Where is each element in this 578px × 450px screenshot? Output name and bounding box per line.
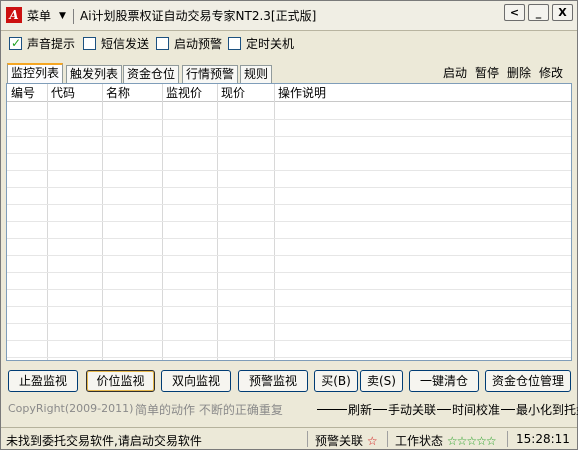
status-stars-icon: ☆☆☆☆☆: [446, 434, 497, 448]
time-sync-link[interactable]: 时间校准: [452, 403, 500, 417]
col-header-id[interactable]: 编号: [11, 85, 35, 101]
option-start-alert[interactable]: 启动预警: [156, 36, 222, 52]
timed-shutdown-label: 定时关机: [246, 37, 295, 51]
alert-link-status[interactable]: 预警关联 ☆: [315, 432, 378, 449]
table-row-line: [7, 357, 571, 358]
main-window: A 菜单 ▼ Ai计划股票权证自动交易专家NT2.3[正式版] < _ X 声音…: [0, 0, 578, 450]
sell-button[interactable]: 卖(S): [360, 370, 403, 392]
table-row-line: [7, 136, 571, 137]
table-column-line: [162, 84, 163, 360]
sms-send-label: 短信发送: [101, 37, 150, 51]
modify-link[interactable]: 修改: [539, 66, 563, 80]
clock-time: 15:28:11: [516, 432, 570, 446]
work-state-label: 工作状态: [395, 434, 444, 448]
table-column-line: [47, 84, 48, 360]
start-link[interactable]: 启动: [443, 66, 467, 80]
col-header-name[interactable]: 名称: [106, 85, 130, 101]
tab-rules[interactable]: 规则: [240, 65, 273, 83]
status-bar: 未找到委托交易软件,请启动交易软件 预警关联 ☆ 工作状态 ☆☆☆☆☆ 15:2…: [1, 427, 577, 449]
table-header: 编号 代码 名称 监视价 现价 操作说明: [7, 84, 571, 102]
app-logo-icon: A: [6, 7, 22, 23]
col-header-current-price[interactable]: 现价: [221, 85, 245, 101]
title-divider: [73, 9, 74, 24]
divider-dash: [317, 409, 347, 410]
table-row-line: [7, 170, 571, 171]
status-message: 未找到委托交易软件,请启动交易软件: [6, 434, 202, 448]
timed-shutdown-checkbox[interactable]: [228, 37, 241, 50]
status-divider: [507, 431, 508, 447]
star-icon: ☆: [366, 434, 378, 448]
table-row-line: [7, 119, 571, 120]
alert-link-label: 预警关联: [315, 434, 364, 448]
sound-alert-checkbox[interactable]: [9, 35, 22, 51]
clear-all-positions-button[interactable]: 一键清仓: [409, 370, 479, 392]
refresh-link[interactable]: 刷新: [348, 403, 372, 417]
title-bar: A 菜单 ▼ Ai计划股票权证自动交易专家NT2.3[正式版] < _ X: [1, 1, 577, 31]
tab-market-alert[interactable]: 行情预警: [182, 65, 239, 83]
option-timed-shutdown[interactable]: 定时关机: [228, 36, 294, 52]
work-state-status: 工作状态 ☆☆☆☆☆: [395, 432, 497, 449]
table-row-line: [7, 221, 571, 222]
close-button[interactable]: X: [552, 4, 573, 21]
start-alert-checkbox[interactable]: [156, 37, 169, 50]
table-row-line: [7, 187, 571, 188]
monitor-table[interactable]: 编号 代码 名称 监视价 现价 操作说明: [6, 83, 572, 361]
copyright-text: CopyRight(2009-2011): [8, 402, 134, 415]
tab-monitor-list[interactable]: 监控列表: [7, 63, 64, 84]
table-row-line: [7, 306, 571, 307]
delete-link[interactable]: 删除: [507, 66, 531, 80]
table-row-line: [7, 204, 571, 205]
manual-link-link[interactable]: 手动关联: [388, 403, 436, 417]
stop-profit-monitor-button[interactable]: 止盈监视: [8, 370, 78, 392]
sound-alert-label: 声音提示: [27, 37, 76, 51]
quick-links: 刷新 手动关联 时间校准 最小化到托盘: [316, 401, 578, 418]
status-divider: [307, 431, 308, 447]
divider-dash: [437, 409, 452, 410]
menu-dropdown-icon[interactable]: ▼: [59, 8, 66, 24]
table-row-line: [7, 238, 571, 239]
col-header-watch-price[interactable]: 监视价: [166, 85, 202, 101]
table-row-line: [7, 323, 571, 324]
table-column-line: [274, 84, 275, 360]
col-header-code[interactable]: 代码: [51, 85, 75, 101]
option-sound-alert[interactable]: 声音提示: [9, 35, 76, 52]
table-row-line: [7, 289, 571, 290]
menu-button[interactable]: 菜单: [27, 8, 51, 24]
col-header-operation[interactable]: 操作说明: [278, 85, 326, 101]
sms-send-checkbox[interactable]: [83, 37, 96, 50]
table-row-line: [7, 255, 571, 256]
buy-button[interactable]: 买(B): [314, 370, 358, 392]
tab-fund-position[interactable]: 资金仓位: [123, 65, 180, 83]
window-title: Ai计划股票权证自动交易专家NT2.3[正式版]: [80, 9, 317, 23]
minimize-button[interactable]: _: [528, 4, 549, 21]
start-alert-label: 启动预警: [174, 37, 223, 51]
option-sms-send[interactable]: 短信发送: [83, 36, 149, 52]
divider-dash: [501, 409, 516, 410]
pause-link[interactable]: 暂停: [475, 66, 499, 80]
status-divider: [387, 431, 388, 447]
table-row-line: [7, 153, 571, 154]
table-row-line: [7, 272, 571, 273]
two-way-monitor-button[interactable]: 双向监视: [161, 370, 231, 392]
back-button[interactable]: <: [504, 4, 525, 21]
alert-monitor-button[interactable]: 预警监视: [238, 370, 308, 392]
price-monitor-button[interactable]: 价位监视: [86, 370, 155, 392]
fund-position-manage-button[interactable]: 资金仓位管理: [485, 370, 571, 392]
table-column-line: [217, 84, 218, 360]
table-row-line: [7, 340, 571, 341]
tab-trigger-list[interactable]: 触发列表: [66, 65, 123, 83]
minimize-tray-link[interactable]: 最小化到托盘: [516, 403, 578, 417]
table-column-line: [102, 84, 103, 360]
divider-dash: [373, 409, 388, 410]
slogan-text: 简单的动作 不断的正确重复: [135, 403, 283, 417]
